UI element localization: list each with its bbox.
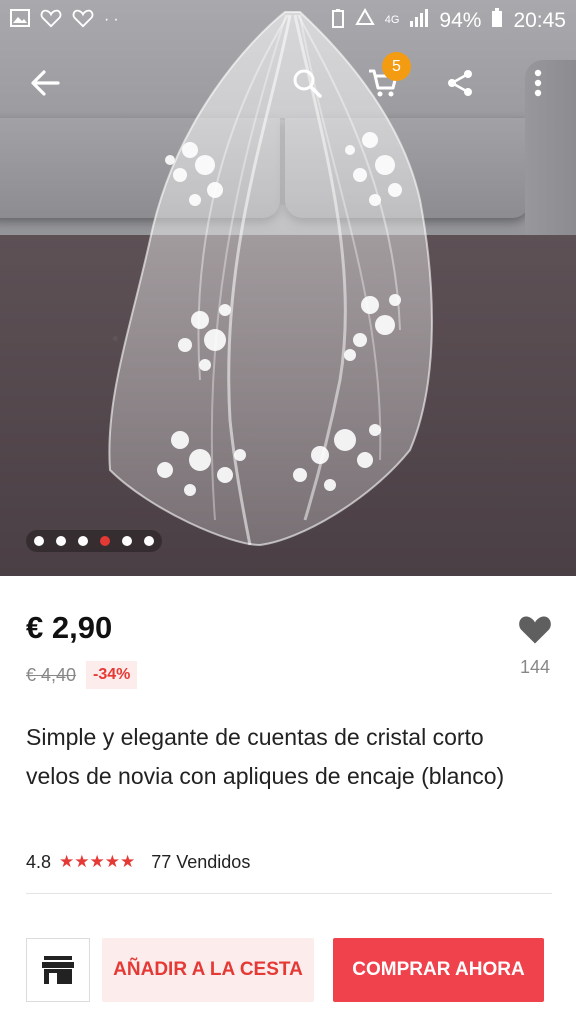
- current-price: € 2,90: [26, 610, 113, 645]
- back-arrow-icon: [31, 70, 60, 96]
- network-type: 4G: [384, 13, 400, 26]
- store-icon: [42, 956, 74, 984]
- signal-icon: [409, 9, 429, 31]
- rating-stars: ★★★★★: [59, 852, 136, 871]
- search-button[interactable]: [284, 60, 330, 106]
- share-button[interactable]: [437, 60, 483, 106]
- rating-value: 4.8: [26, 851, 52, 872]
- product-title: Simple y elegante de cuentas de cristal …: [26, 724, 505, 789]
- clock: 20:45: [513, 8, 566, 32]
- heart-outline-icon: [72, 8, 94, 32]
- more-options-button[interactable]: [515, 60, 561, 106]
- sold-count: 77 Vendidos: [151, 851, 251, 872]
- add-to-cart-button[interactable]: AÑADIR A LA CESTA: [102, 938, 314, 1002]
- app-bar: [0, 50, 576, 116]
- favorite-button[interactable]: [512, 606, 558, 652]
- status-bar: ·· 4G 94% 20:45: [0, 0, 576, 40]
- sync-icon: [354, 7, 375, 32]
- search-icon: [293, 69, 322, 98]
- gallery-icon: [10, 9, 30, 31]
- back-button[interactable]: [22, 60, 68, 106]
- carousel-dot[interactable]: [78, 536, 88, 546]
- divider: [26, 893, 552, 894]
- discount-badge: -34%: [86, 661, 138, 689]
- heart-outline-icon: [40, 8, 62, 32]
- battery-saver-icon: [331, 8, 345, 32]
- store-button[interactable]: [26, 938, 90, 1002]
- carousel-indicator: [26, 530, 162, 552]
- carousel-dot[interactable]: [56, 536, 66, 546]
- carousel-dot[interactable]: [144, 536, 154, 546]
- more-vert-icon: [534, 69, 542, 97]
- carousel-dot[interactable]: [34, 536, 44, 546]
- favorites-count: 144: [519, 657, 551, 677]
- original-price: € 4,40: [26, 665, 77, 685]
- rating-row: 4.8 ★★★★★ 77 Vendidos: [26, 849, 250, 875]
- carousel-dot[interactable]: [100, 536, 110, 546]
- battery-icon: [491, 8, 503, 32]
- heart-icon: [519, 616, 551, 644]
- carousel-dot[interactable]: [122, 536, 132, 546]
- cart-count-badge: 5: [382, 52, 411, 81]
- share-icon: [448, 70, 472, 96]
- more-notifications-icon: ··: [104, 11, 123, 28]
- battery-percent: 94%: [439, 8, 482, 32]
- buy-now-button[interactable]: COMPRAR AHORA: [333, 938, 544, 1002]
